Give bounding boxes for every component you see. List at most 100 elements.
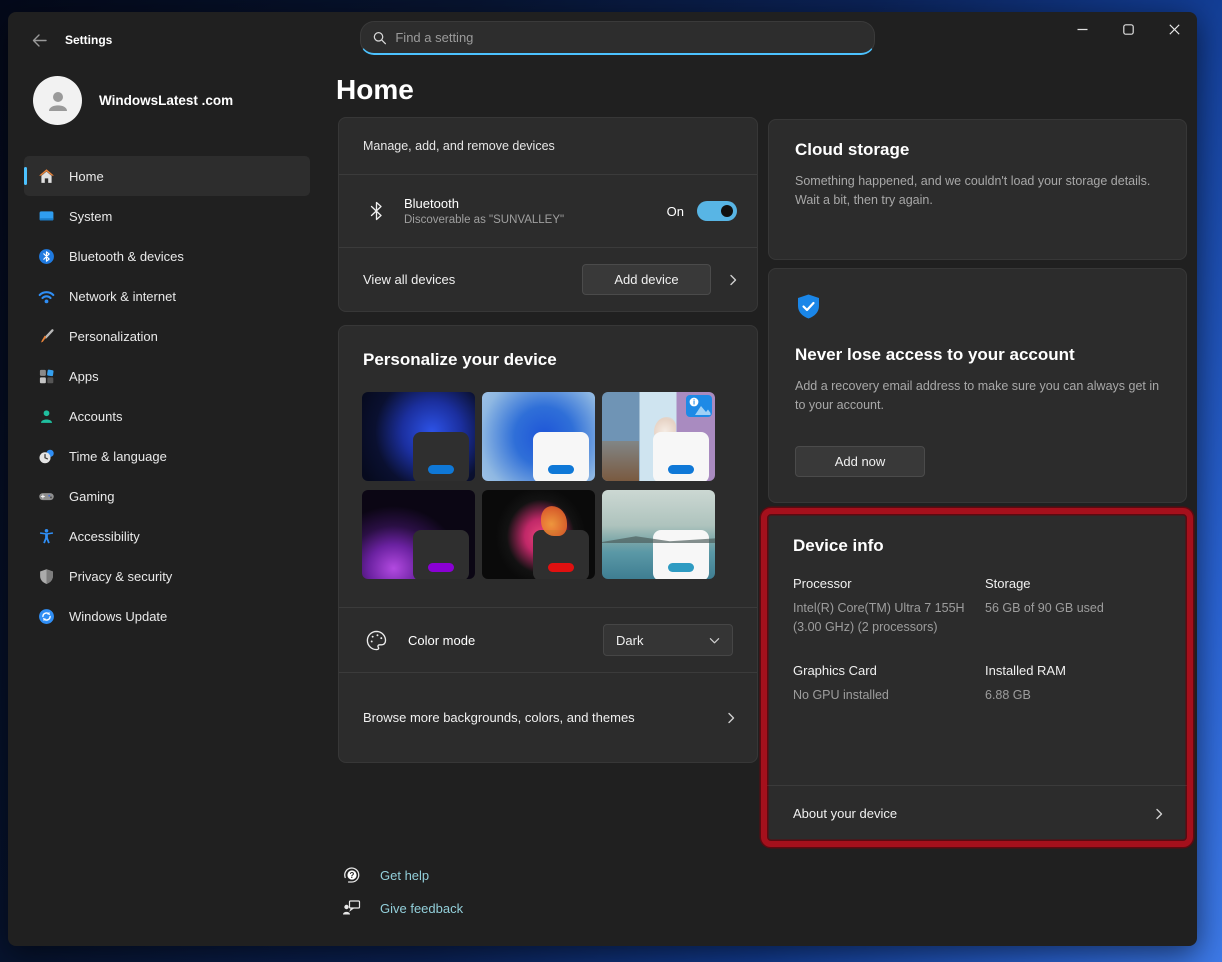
bluetooth-icon (38, 248, 55, 265)
maximize-icon (1123, 24, 1134, 35)
chevron-right-icon (1153, 808, 1165, 820)
sidebar-item-accounts[interactable]: Accounts (24, 396, 310, 436)
processor-field: Processor Intel(R) Core(TM) Ultra 7 155H… (793, 576, 985, 637)
theme-preview-overlay (533, 530, 589, 579)
user-profile[interactable]: WindowsLatest .com (33, 76, 233, 125)
close-icon (1169, 24, 1180, 35)
wallpaper-thumb-5[interactable] (482, 490, 595, 579)
storage-label: Storage (985, 576, 1161, 591)
browse-themes-row[interactable]: Browse more backgrounds, colors, and the… (339, 673, 757, 762)
accent-pill (668, 563, 694, 572)
about-your-device-row[interactable]: About your device (767, 785, 1187, 841)
device-info-title: Device info (767, 536, 1187, 556)
spotlight-info-icon[interactable]: i (686, 395, 712, 422)
sidebar-item-windows-update[interactable]: Windows Update (24, 596, 310, 636)
sidebar-item-time-language[interactable]: Time & language (24, 436, 310, 476)
device-info-card: Device info Processor Intel(R) Core(TM) … (767, 514, 1187, 841)
bluetooth-row[interactable]: Bluetooth Discoverable as "SUNVALLEY" On (339, 175, 757, 247)
accent-pill (668, 465, 694, 474)
bluetooth-toggle[interactable] (697, 201, 737, 221)
processor-label: Processor (793, 576, 985, 591)
palette-icon (365, 629, 388, 652)
theme-preview-overlay (413, 530, 469, 579)
page-title: Home (336, 74, 414, 106)
accounts-icon (38, 408, 55, 425)
sidebar-item-privacy-security[interactable]: Privacy & security (24, 556, 310, 596)
wifi-icon (38, 288, 55, 305)
sidebar-item-personalization[interactable]: Personalization (24, 316, 310, 356)
svg-text:?: ? (350, 871, 355, 880)
sidebar-item-label: Privacy & security (69, 569, 172, 584)
color-mode-label: Color mode (408, 633, 475, 648)
give-feedback-link[interactable]: Give feedback (342, 898, 463, 918)
wallpaper-thumb-1[interactable] (362, 392, 475, 481)
theme-preview-overlay (653, 530, 709, 579)
search-icon (373, 31, 386, 45)
clock-language-icon (38, 448, 55, 465)
accent-pill (548, 563, 574, 572)
sidebar-item-network-internet[interactable]: Network & internet (24, 276, 310, 316)
user-name: WindowsLatest .com (99, 93, 233, 108)
chevron-right-icon (727, 274, 739, 286)
system-icon (38, 208, 55, 225)
chevron-right-icon (725, 712, 737, 724)
wallpaper-thumb-2[interactable] (482, 392, 595, 481)
get-help-link[interactable]: ? Get help (342, 865, 429, 885)
sidebar-item-gaming[interactable]: Gaming (24, 476, 310, 516)
give-feedback-label: Give feedback (380, 901, 463, 916)
minimize-icon (1077, 24, 1088, 35)
view-all-devices-row[interactable]: View all devices Add device (339, 248, 757, 311)
graphics-value: No GPU installed (793, 686, 983, 705)
update-icon (38, 608, 55, 625)
search-input[interactable] (395, 30, 862, 45)
about-your-device-label: About your device (793, 806, 897, 821)
sidebar-item-bluetooth-devices[interactable]: Bluetooth & devices (24, 236, 310, 276)
theme-preview-overlay (533, 432, 589, 481)
sidebar-item-label: Time & language (69, 449, 167, 464)
add-device-button[interactable]: Add device (582, 264, 711, 295)
bluetooth-subtitle: Discoverable as "SUNVALLEY" (404, 214, 564, 226)
close-button[interactable] (1151, 12, 1197, 46)
settings-window: Settings WindowsLatest .com (8, 12, 1197, 946)
sidebar-item-label: Windows Update (69, 609, 167, 624)
color-mode-dropdown[interactable]: Dark (603, 624, 733, 656)
sidebar-item-label: Home (69, 169, 104, 184)
get-help-label: Get help (380, 868, 429, 883)
browse-themes-label: Browse more backgrounds, colors, and the… (363, 710, 635, 725)
ram-value: 6.88 GB (985, 686, 1161, 705)
color-mode-value: Dark (616, 633, 643, 648)
wallpaper-thumb-4[interactable] (362, 490, 475, 579)
sidebar-item-system[interactable]: System (24, 196, 310, 236)
devices-card: Manage, add, and remove devices Bluetoot… (338, 117, 758, 312)
devices-card-header[interactable]: Manage, add, and remove devices (339, 118, 757, 174)
person-icon (43, 86, 73, 116)
home-icon (38, 168, 55, 185)
shield-check-icon (795, 293, 822, 320)
sidebar-item-home[interactable]: Home (24, 156, 310, 196)
search-box[interactable] (360, 21, 875, 55)
account-recovery-message: Add a recovery email address to make sur… (795, 377, 1160, 416)
feedback-icon (342, 898, 362, 918)
account-recovery-card: Never lose access to your account Add a … (768, 268, 1187, 503)
shield-icon (38, 568, 55, 585)
theme-preview-overlay (413, 432, 469, 481)
wallpaper-grid: i (362, 392, 757, 579)
wallpaper-thumb-3[interactable]: i (602, 392, 715, 481)
maximize-button[interactable] (1105, 12, 1151, 46)
back-button[interactable] (22, 26, 56, 54)
window-controls (1059, 12, 1197, 46)
device-info-highlight: Device info Processor Intel(R) Core(TM) … (761, 508, 1193, 847)
toggle-knob (721, 205, 733, 217)
svg-text:i: i (693, 398, 695, 407)
minimize-button[interactable] (1059, 12, 1105, 46)
wallpaper-thumb-6[interactable] (602, 490, 715, 579)
sidebar-item-apps[interactable]: Apps (24, 356, 310, 396)
bluetooth-glyph-icon (369, 200, 384, 222)
brush-icon (38, 328, 55, 345)
sidebar-item-accessibility[interactable]: Accessibility (24, 516, 310, 556)
accent-pill (428, 563, 454, 572)
accessibility-icon (38, 528, 55, 545)
sidebar-item-label: Personalization (69, 329, 158, 344)
storage-field: Storage 56 GB of 90 GB used (985, 576, 1161, 637)
add-now-button[interactable]: Add now (795, 446, 925, 477)
